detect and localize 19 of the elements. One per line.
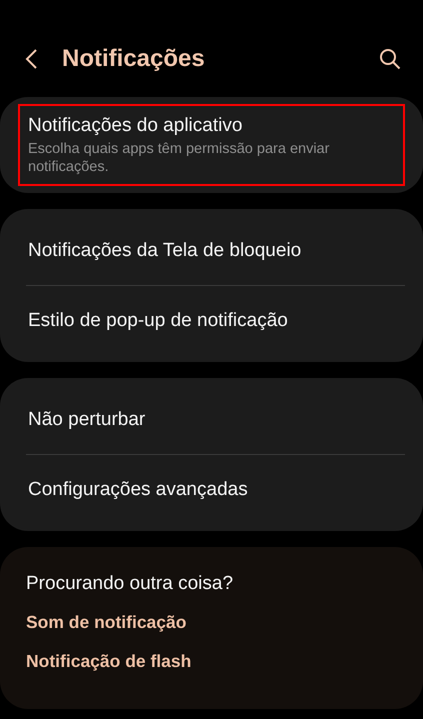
setting-item[interactable]: Não perturbar — [18, 385, 405, 454]
setting-title: Notificações do aplicativo — [28, 114, 244, 138]
setting-title: Configurações avançadas — [28, 478, 249, 502]
back-icon — [24, 48, 38, 70]
search-icon — [379, 48, 401, 70]
setting-title: Não perturbar — [28, 408, 146, 432]
setting-description: Escolha quais apps têm permissão para enviar notificações. — [28, 140, 330, 176]
suggestion-link[interactable]: Som de notificação — [26, 612, 186, 633]
highlighted-setting-item[interactable]: Notificações do aplicativo Escolha quais apps têm permissão para enviar notificações. — [18, 104, 405, 186]
page-title: Notificações — [62, 45, 206, 73]
setting-title: Notificações da Tela de bloqueio — [28, 239, 302, 263]
setting-item[interactable]: Estilo de pop-up de notificação — [18, 286, 405, 355]
suggestions-title: Procurando outra coisa? — [26, 573, 234, 595]
search-button[interactable] — [379, 48, 401, 70]
suggestion-link[interactable]: Notificação de flash — [26, 651, 192, 672]
setting-title: Estilo de pop-up de notificação — [28, 309, 289, 333]
setting-item[interactable]: Configurações avançadas — [18, 455, 405, 524]
setting-item[interactable]: Notificações da Tela de bloqueio — [18, 216, 405, 285]
back-button[interactable] — [24, 48, 38, 70]
